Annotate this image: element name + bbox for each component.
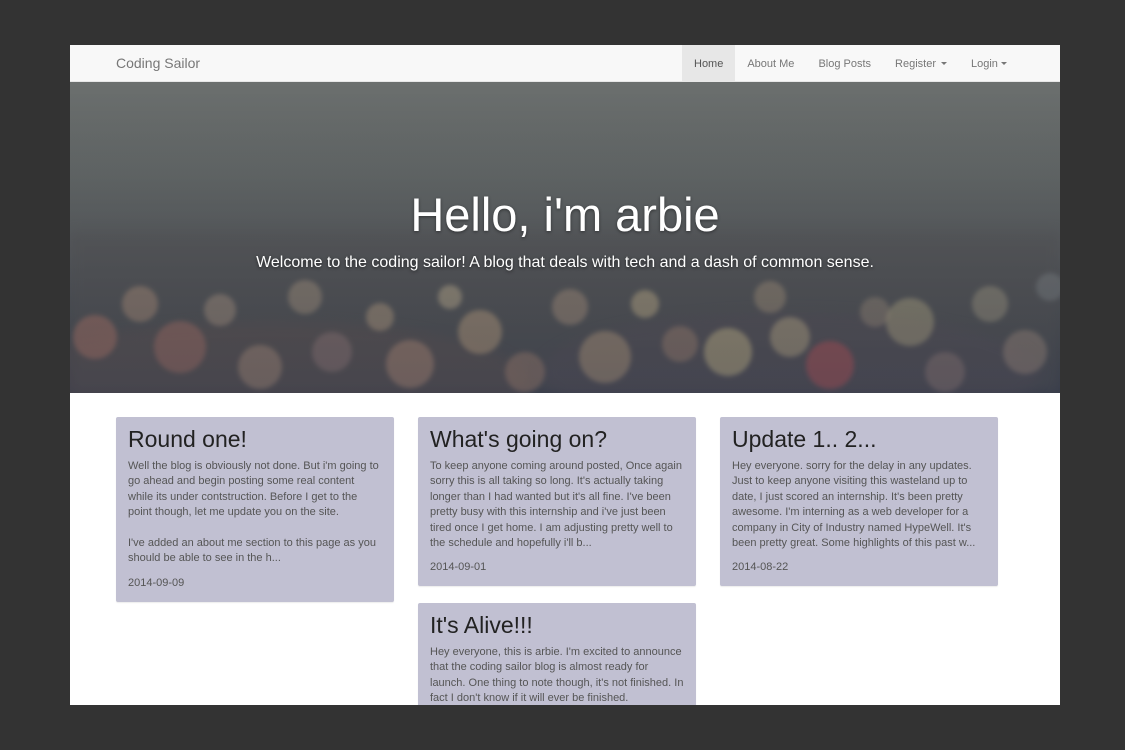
- caret-down-icon: [1000, 62, 1007, 65]
- post-date: 2014-08-22: [732, 561, 789, 574]
- nav-item-about-me[interactable]: About Me: [735, 45, 806, 82]
- nav-item-label: Register: [895, 57, 936, 70]
- post-date: 2014-09-09: [128, 576, 185, 589]
- post-card[interactable]: What's going on? To keep anyone coming a…: [418, 417, 696, 586]
- nav-dropdown-register[interactable]: Register: [883, 45, 959, 82]
- post-card[interactable]: It's Alive!!! Hey everyone, this is arbi…: [418, 603, 696, 705]
- post-card[interactable]: Round one! Well the blog is obviously no…: [116, 417, 394, 602]
- nav-item-label: Home: [694, 57, 724, 70]
- hero-banner: Hello, i'm arbie Welcome to the coding s…: [70, 82, 1060, 393]
- post-card[interactable]: Update 1.. 2... Hey everyone. sorry for …: [720, 417, 998, 586]
- hero-title: Hello, i'm arbie: [410, 188, 720, 241]
- caret-down-icon: [941, 62, 947, 65]
- brand-link[interactable]: Coding Sailor: [116, 55, 200, 71]
- post-excerpt: To keep anyone coming around posted, Onc…: [430, 460, 682, 550]
- navbar: Coding Sailor Home About Me Blog Posts R…: [70, 45, 1060, 82]
- nav-item-label: Login: [971, 57, 998, 70]
- post-title[interactable]: What's going on?: [430, 425, 684, 453]
- post-excerpt: I've added an about me section to this p…: [128, 537, 376, 565]
- post-excerpt: Hey everyone, this is arbie. I'm excited…: [430, 646, 684, 705]
- nav-item-label: Blog Posts: [818, 57, 872, 70]
- nav-dropdown-login[interactable]: Login: [959, 45, 1019, 82]
- post-date: 2014-09-01: [430, 561, 487, 574]
- post-title[interactable]: Update 1.. 2...: [732, 425, 986, 453]
- post-title[interactable]: Round one!: [128, 425, 382, 453]
- hero-subtitle: Welcome to the coding sailor! A blog tha…: [256, 254, 874, 271]
- post-title[interactable]: It's Alive!!!: [430, 611, 684, 639]
- post-excerpt: Hey everyone. sorry for the delay in any…: [732, 460, 976, 550]
- nav-item-label: About Me: [747, 57, 795, 70]
- nav-item-home[interactable]: Home: [682, 45, 736, 82]
- browser-viewport: Coding Sailor Home About Me Blog Posts R…: [70, 45, 1060, 705]
- nav-menu: Home About Me Blog Posts Register Login: [682, 45, 1019, 82]
- post-excerpt: Well the blog is obviously not done. But…: [128, 460, 379, 519]
- nav-item-blog-posts[interactable]: Blog Posts: [806, 45, 883, 82]
